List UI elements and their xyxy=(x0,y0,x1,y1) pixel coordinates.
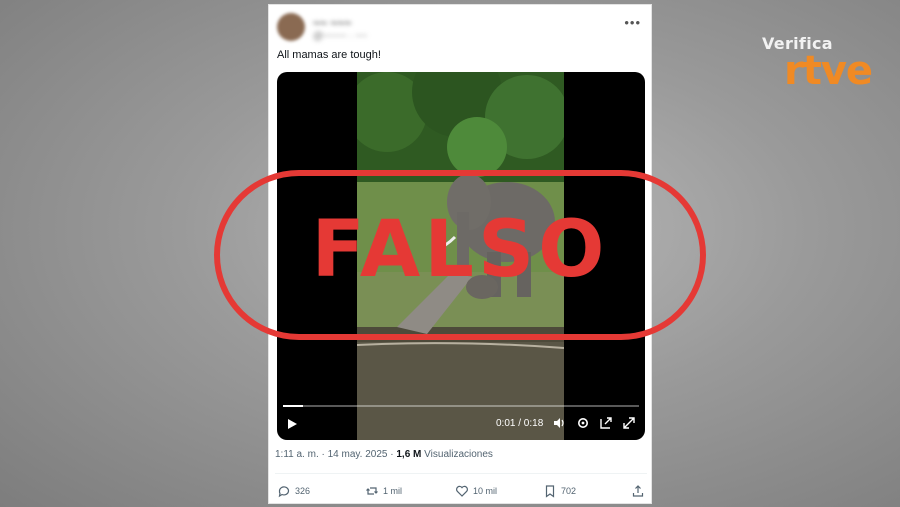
share-icon xyxy=(632,485,644,497)
tweet-date[interactable]: 14 may. 2025 xyxy=(328,449,388,460)
tweet-text: All mamas are tough! xyxy=(277,49,381,61)
volume-icon[interactable] xyxy=(552,416,566,430)
pop-out-icon[interactable] xyxy=(599,416,613,430)
video-progress-fill xyxy=(283,405,303,407)
reply-icon xyxy=(278,486,290,498)
avatar[interactable] xyxy=(277,13,305,41)
repost-button[interactable]: 1 mil xyxy=(365,481,402,501)
bookmark-count: 702 xyxy=(561,486,577,496)
fullscreen-icon[interactable] xyxy=(622,416,636,430)
bookmark-icon xyxy=(545,485,555,498)
author-handle[interactable]: @~~~~ · ~~ xyxy=(313,31,367,42)
repost-icon xyxy=(366,487,378,495)
like-button[interactable]: 10 mil xyxy=(455,481,497,501)
action-bar: 326 1 mil 10 mil 702 xyxy=(269,481,653,505)
tweet-meta: 1:11 a. m. · 14 may. 2025 · 1,6 M Visual… xyxy=(275,449,493,460)
share-button[interactable] xyxy=(631,481,645,501)
falso-stamp-label: FALSO xyxy=(311,205,609,295)
bookmark-button[interactable]: 702 xyxy=(543,481,576,501)
tweet-header: ~~ ~~~ @~~~~ · ~~ ••• xyxy=(277,13,645,45)
like-count: 10 mil xyxy=(473,486,498,496)
divider xyxy=(275,473,647,474)
video-time: 0:01 / 0:18 xyxy=(496,418,544,429)
reply-count: 326 xyxy=(295,486,311,496)
more-icon[interactable]: ••• xyxy=(624,15,641,30)
views-label: Visualizaciones xyxy=(424,449,493,460)
play-icon[interactable] xyxy=(285,417,299,431)
tweet-time[interactable]: 1:11 a. m. xyxy=(275,449,319,460)
heart-icon xyxy=(456,485,468,497)
reply-button[interactable]: 326 xyxy=(277,481,310,501)
brand-rtve-text: rtve xyxy=(784,48,873,94)
settings-gear-icon[interactable] xyxy=(576,416,590,430)
verifica-rtve-logo: Verifica rtve xyxy=(762,34,882,94)
view-count: 1,6 M xyxy=(396,449,422,460)
video-progress-bar[interactable] xyxy=(283,405,639,407)
author-name[interactable]: ~~ ~~~ xyxy=(313,16,351,30)
repost-count: 1 mil xyxy=(383,486,403,496)
